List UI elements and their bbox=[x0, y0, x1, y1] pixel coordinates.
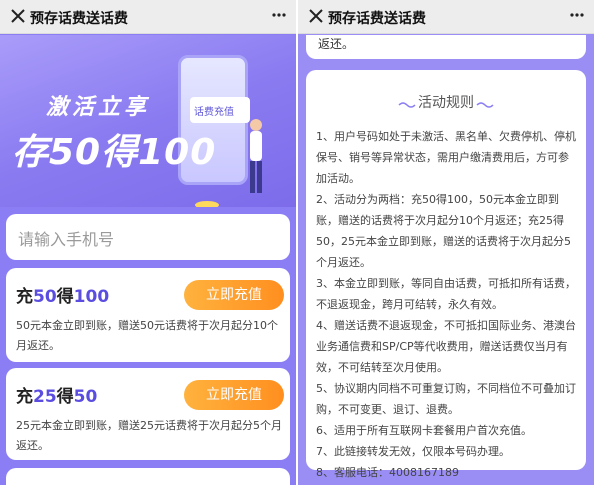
offer-card-50: 充50得100 立即充值 50元本金立即到账，赠送50元话费将于次月起分10个月… bbox=[6, 268, 290, 362]
previous-card-text: 返还。 bbox=[318, 37, 355, 51]
more-icon[interactable] bbox=[272, 13, 286, 17]
left-panel: 预存话费送话费 话费充值 激活立享 存50得100 请输入手机号 充50得100… bbox=[0, 0, 296, 485]
window-title: 预存话费送话费 bbox=[328, 11, 426, 27]
right-panel: 预存话费送话费 返还。 活动规则 1、用户号码如处于未激活、黑名单、欠费停机、停… bbox=[298, 0, 594, 485]
title-bar: 预存话费送话费 bbox=[0, 0, 296, 34]
person-illustration bbox=[250, 119, 262, 193]
phone-card-label: 话费充值 bbox=[194, 107, 234, 118]
rule-item: 8、客服电话：4008167189 bbox=[316, 466, 459, 479]
rule-item: 3、本金立即到账，等同自由话费，可抵扣所有话费，不退返现金，跨月可结转，永久有效… bbox=[316, 277, 576, 311]
offer-mid: 得 bbox=[56, 387, 74, 407]
hero-subheadline: 存50得100 bbox=[12, 132, 217, 173]
rule-item: 7、此链接转发无效，仅限本号码办理。 bbox=[316, 445, 510, 458]
close-icon[interactable] bbox=[306, 6, 326, 26]
more-icon[interactable] bbox=[570, 13, 584, 17]
wave-decoration-icon bbox=[476, 102, 494, 108]
offer-title: 充50得100 bbox=[16, 282, 109, 307]
offer-get: 50 bbox=[73, 387, 98, 407]
rule-item: 4、赠送话费不退返现金，不可抵扣国际业务、港澳台业务通信费和SP/CP等代收费用… bbox=[316, 319, 576, 374]
rules-title: 活动规则 bbox=[418, 95, 474, 111]
phone-input[interactable]: 请输入手机号 bbox=[6, 214, 290, 260]
hero-headline: 激活立享 bbox=[46, 95, 151, 120]
hero-banner: 话费充值 激活立享 存50得100 bbox=[0, 35, 296, 207]
recharge-button[interactable]: 立即充值 bbox=[184, 380, 284, 410]
window-title: 预存话费送话费 bbox=[30, 11, 128, 27]
offer-description: 50元本金立即到账，赠送50元话费将于次月起分10个月返还。 bbox=[16, 319, 278, 352]
offer-get: 100 bbox=[73, 287, 110, 307]
offer-card-25: 充25得50 立即充值 25元本金立即到账，赠送25元话费将于次月起分5个月返还… bbox=[6, 368, 290, 460]
offer-prefix: 充 bbox=[16, 387, 33, 407]
rule-item: 6、适用于所有互联网卡套餐用户首次充值。 bbox=[316, 424, 532, 437]
rules-list: 1、用户号码如处于未激活、黑名单、欠费停机、停机保号、销号等异常状态，需用户缴清… bbox=[316, 126, 576, 483]
close-icon[interactable] bbox=[8, 6, 28, 26]
offer-amount: 50 bbox=[33, 287, 57, 307]
offer-description: 25元本金立即到账，赠送25元话费将于次月起分5个月返还。 bbox=[16, 419, 282, 452]
coins-illustration bbox=[195, 201, 219, 207]
offer-mid: 得 bbox=[56, 287, 74, 307]
offer-amount: 25 bbox=[33, 387, 57, 407]
phone-input-placeholder: 请输入手机号 bbox=[18, 230, 115, 249]
recharge-button[interactable]: 立即充值 bbox=[184, 280, 284, 310]
previous-card-tail: 返还。 bbox=[306, 35, 586, 59]
offer-card-partial bbox=[6, 468, 290, 485]
title-bar: 预存话费送话费 bbox=[298, 0, 594, 34]
offer-prefix: 充 bbox=[16, 287, 33, 307]
offer-title: 充25得50 bbox=[16, 382, 97, 407]
rule-item: 5、协议期内同档不可重复订购，不同档位不可叠加订购，不可变更、退订、退费。 bbox=[316, 382, 576, 416]
rule-item: 2、活动分为两档：充50得100，50元本金立即到账，赠送的话费将于次月起分10… bbox=[316, 193, 571, 269]
rule-item: 1、用户号码如处于未激活、黑名单、欠费停机、停机保号、销号等异常状态，需用户缴清… bbox=[316, 130, 576, 185]
rules-card: 活动规则 1、用户号码如处于未激活、黑名单、欠费停机、停机保号、销号等异常状态，… bbox=[306, 70, 586, 479]
